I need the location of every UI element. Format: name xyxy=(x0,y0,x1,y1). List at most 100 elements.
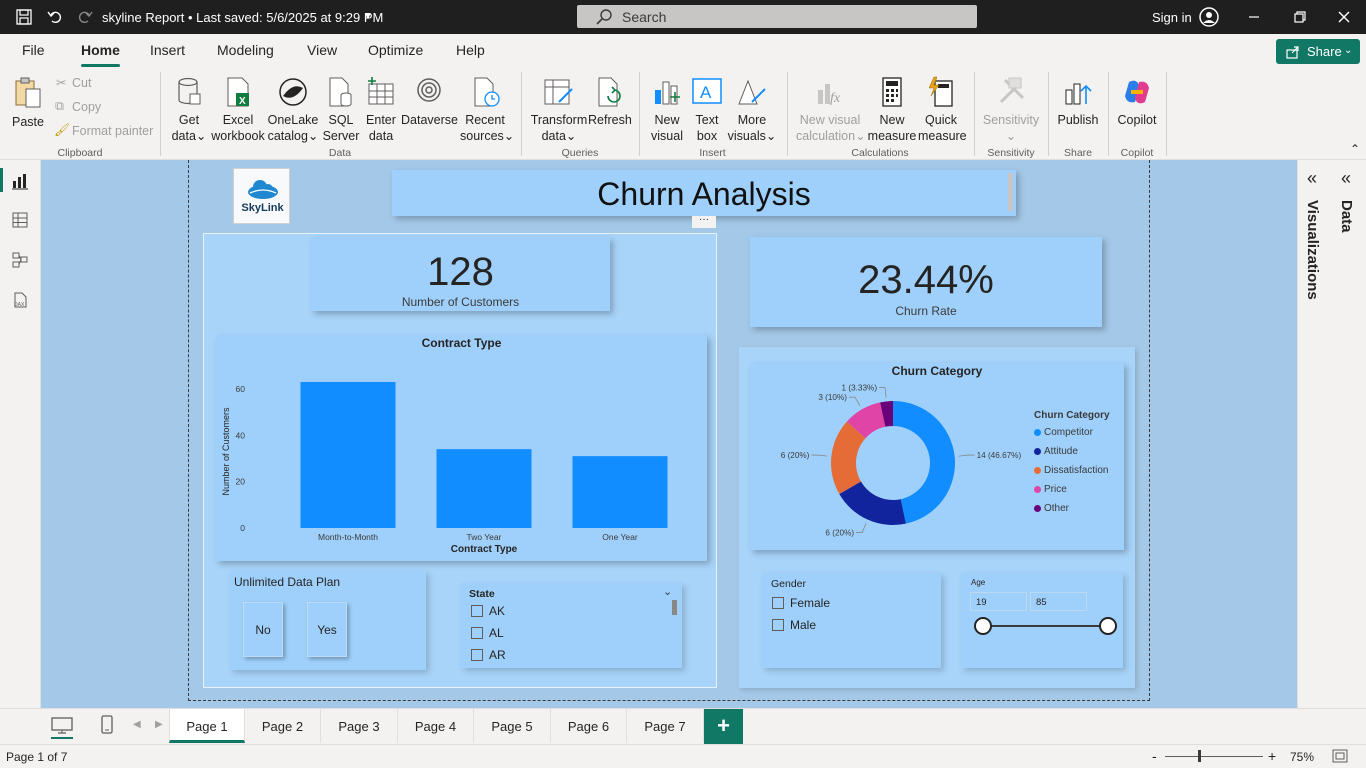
report-view-icon[interactable] xyxy=(11,172,29,190)
new-visual-button[interactable]: New visual xyxy=(648,76,686,144)
zoom-slider-track[interactable] xyxy=(1165,756,1263,757)
tab-page-3[interactable]: Page 3 xyxy=(321,709,398,743)
menu-view[interactable]: View xyxy=(307,42,337,58)
expand-data-icon[interactable]: « xyxy=(1341,168,1351,189)
redo-icon[interactable] xyxy=(77,9,93,25)
onelake-catalog-button[interactable]: OneLake catalog⌄ xyxy=(267,76,319,144)
legend-item[interactable]: Dissatisfaction xyxy=(1034,465,1108,484)
expand-visualizations-icon[interactable]: « xyxy=(1307,168,1317,189)
menu-optimize[interactable]: Optimize xyxy=(368,42,423,58)
legend-item[interactable]: Other xyxy=(1034,503,1108,522)
next-page-icon[interactable]: ▶ xyxy=(155,719,163,730)
search-box[interactable]: Search xyxy=(577,5,977,28)
sign-in-link[interactable]: Sign in xyxy=(1152,10,1192,25)
title-dropdown-icon[interactable]: ▼ xyxy=(363,11,373,22)
bar-two-year[interactable] xyxy=(436,449,532,528)
save-icon[interactable] xyxy=(16,9,32,25)
mobile-layout-icon[interactable] xyxy=(101,715,113,735)
copy-icon[interactable]: ⧉ xyxy=(55,99,64,114)
table-view-icon[interactable] xyxy=(11,211,29,229)
tab-page-5[interactable]: Page 5 xyxy=(474,709,551,743)
unlimited-option-yes[interactable]: Yes xyxy=(307,602,347,657)
menu-modeling[interactable]: Modeling xyxy=(217,42,274,58)
state-ak-checkbox[interactable] xyxy=(471,605,483,617)
legend-item[interactable]: Attitude xyxy=(1034,446,1108,465)
copilot-button[interactable]: Copilot xyxy=(1115,76,1159,128)
collapse-ribbon-icon[interactable]: ⌃ xyxy=(1350,142,1360,156)
state-al-checkbox[interactable] xyxy=(471,627,483,639)
customers-kpi-card[interactable]: 128 Number of Customers xyxy=(311,237,610,311)
get-data-button[interactable]: Get data⌄ xyxy=(167,76,211,144)
menu-file[interactable]: File xyxy=(22,42,45,58)
gender-female-checkbox[interactable] xyxy=(772,597,784,609)
more-options-icon[interactable]: ··· xyxy=(692,215,716,228)
zoom-slider-thumb[interactable] xyxy=(1198,750,1201,762)
sensitivity-button[interactable]: Sensitivity ⌄ xyxy=(982,76,1040,144)
legend-item[interactable]: Competitor xyxy=(1034,427,1108,446)
text-box-button[interactable]: A Text box xyxy=(690,76,724,144)
format-painter-icon[interactable]: 🖌 xyxy=(54,123,70,138)
gender-male-checkbox[interactable] xyxy=(772,619,784,631)
data-pane-label[interactable]: Data xyxy=(1338,200,1355,233)
more-visuals-button[interactable]: More visuals⌄ xyxy=(727,76,777,144)
age-slider-track[interactable] xyxy=(983,625,1109,627)
cut-button[interactable]: Cut xyxy=(72,76,91,90)
churn-rate-kpi-card[interactable]: 23.44% Churn Rate xyxy=(750,237,1102,327)
close-icon[interactable] xyxy=(1338,11,1350,23)
fit-to-page-icon[interactable] xyxy=(1332,749,1348,763)
state-ar-checkbox[interactable] xyxy=(471,649,483,661)
transform-data-button[interactable]: Transform data⌄ xyxy=(530,76,588,144)
dataverse-button[interactable]: Dataverse xyxy=(401,76,458,128)
churn-category-chart[interactable]: Churn Category 14 (46.67%) 6 (20%) 6 (20%)… xyxy=(750,363,1124,550)
share-button[interactable]: Share ⌄ xyxy=(1276,39,1360,64)
tab-page-2[interactable]: Page 2 xyxy=(245,709,321,743)
format-painter-button[interactable]: Format painter xyxy=(72,124,153,138)
previous-page-icon[interactable]: ◀ xyxy=(133,719,141,730)
age-max-input[interactable]: 85 xyxy=(1030,592,1087,611)
menu-home[interactable]: Home xyxy=(81,42,120,67)
paste-button[interactable]: Paste xyxy=(10,76,46,130)
undo-icon[interactable] xyxy=(47,9,63,25)
title-scrollbar[interactable] xyxy=(1008,173,1013,211)
recent-sources-button[interactable]: Recent sources⌄ xyxy=(460,76,514,144)
report-title-card[interactable]: Churn Analysis xyxy=(392,170,1016,216)
bar-month-to-month[interactable] xyxy=(300,381,396,528)
account-icon[interactable] xyxy=(1199,7,1219,27)
zoom-in-icon[interactable]: + xyxy=(1268,748,1276,764)
skylink-logo[interactable]: SkyLink xyxy=(233,168,290,224)
unlimited-option-no[interactable]: No xyxy=(243,602,283,657)
bar-one-year[interactable] xyxy=(572,456,668,528)
visualizations-pane-label[interactable]: Visualizations xyxy=(1304,200,1321,300)
menu-insert[interactable]: Insert xyxy=(150,42,185,58)
contract-type-chart[interactable]: Contract Type 0 20 40 60 Number of Customers… xyxy=(216,335,707,561)
restore-icon[interactable] xyxy=(1294,11,1306,23)
tab-page-1[interactable]: Page 1 xyxy=(169,709,245,743)
cut-icon[interactable]: ✂ xyxy=(56,75,66,90)
excel-workbook-button[interactable]: X Excel workbook xyxy=(210,76,266,144)
age-slider-min-handle[interactable] xyxy=(974,617,992,635)
tab-page-7[interactable]: Page 7 xyxy=(627,709,704,743)
slice-competitor[interactable] xyxy=(893,401,955,524)
age-slider-max-handle[interactable] xyxy=(1099,617,1117,635)
zoom-out-icon[interactable]: - xyxy=(1152,748,1157,764)
minimize-icon[interactable] xyxy=(1248,11,1260,23)
model-view-icon[interactable] xyxy=(11,251,29,269)
add-page-button[interactable]: + xyxy=(704,709,743,745)
menu-help[interactable]: Help xyxy=(456,42,485,58)
dax-query-view-icon[interactable]: DAX xyxy=(11,291,29,309)
enter-data-button[interactable]: Enter data xyxy=(362,76,400,144)
new-measure-button[interactable]: New measure xyxy=(866,76,918,144)
refresh-button[interactable]: Refresh xyxy=(588,76,632,128)
tab-page-4[interactable]: Page 4 xyxy=(398,709,474,743)
tab-page-6[interactable]: Page 6 xyxy=(551,709,627,743)
sql-server-button[interactable]: SQL Server xyxy=(321,76,361,144)
desktop-layout-icon[interactable] xyxy=(51,717,73,735)
publish-button[interactable]: Publish xyxy=(1056,76,1100,128)
copy-button[interactable]: Copy xyxy=(72,100,101,114)
quick-measure-button[interactable]: Quick measure xyxy=(918,76,967,144)
new-visual-calculation-button[interactable]: fx New visual calculation⌄ xyxy=(796,76,866,144)
state-scrollbar[interactable] xyxy=(672,600,677,615)
state-dropdown-chevron-icon[interactable]: ⌄ xyxy=(663,585,672,598)
legend-item[interactable]: Price xyxy=(1034,484,1108,503)
age-min-input[interactable]: 19 xyxy=(970,592,1027,611)
